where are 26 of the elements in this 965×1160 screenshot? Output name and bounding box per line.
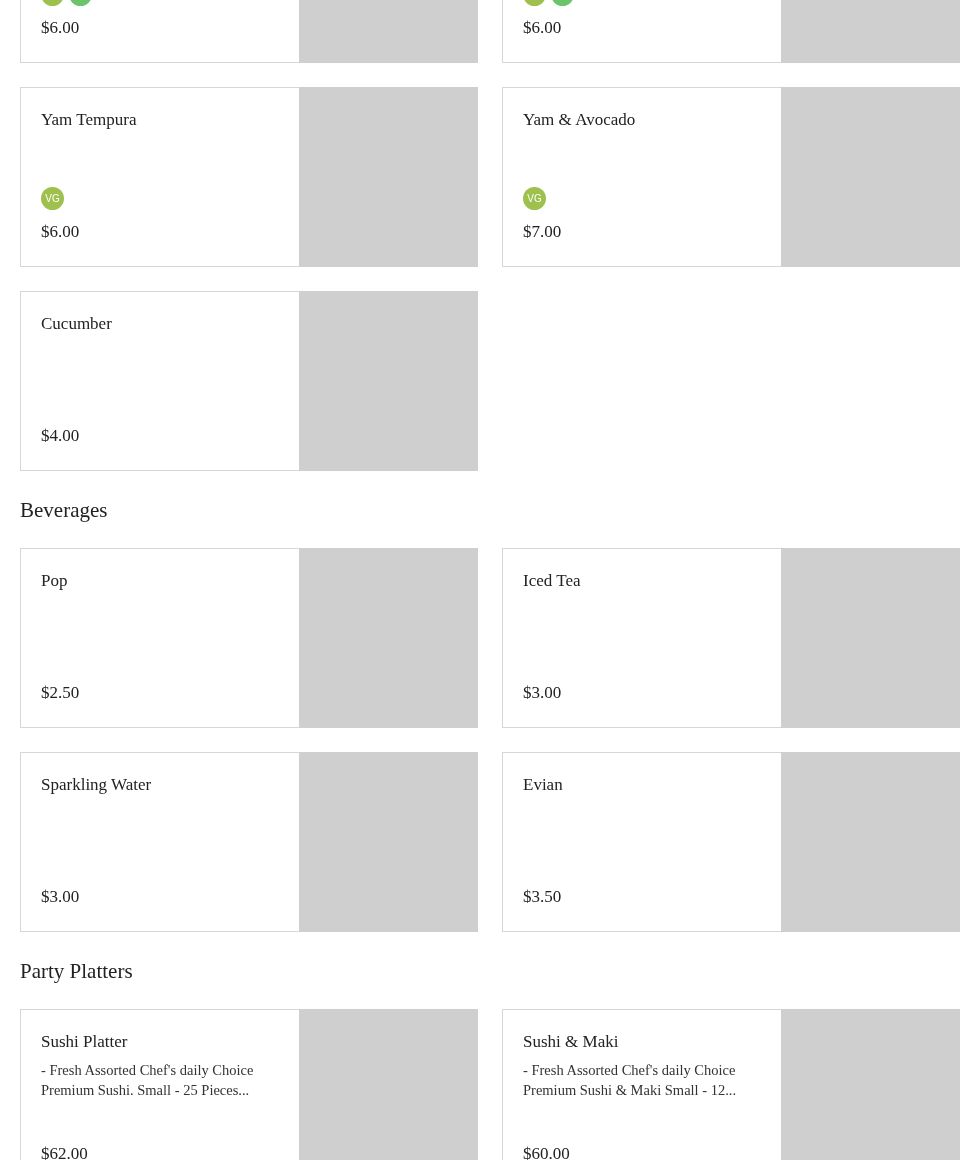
item-name: Iced Tea bbox=[523, 570, 582, 592]
vegan-badge: VG bbox=[523, 187, 546, 210]
item-price: $6.00 bbox=[41, 17, 81, 39]
item-name: Yam & Avocado bbox=[523, 109, 637, 131]
item-name: Sushi Platter bbox=[41, 1031, 129, 1053]
item-name: Sushi & Maki bbox=[523, 1031, 620, 1053]
item-price: $6.00 bbox=[523, 17, 563, 39]
item-price: $2.50 bbox=[41, 682, 81, 704]
item-price: $62.00 bbox=[41, 1143, 89, 1160]
item-price: $6.00 bbox=[41, 221, 81, 243]
item-price: $3.50 bbox=[523, 886, 563, 908]
item-price: $4.00 bbox=[41, 425, 81, 447]
section-heading: Beverages bbox=[20, 497, 109, 524]
item-name: Cucumber bbox=[41, 313, 113, 335]
item-price: $3.00 bbox=[41, 886, 81, 908]
item-description: - Fresh Assorted Chef's daily Choice Premium Sushi. Small - 25 Pieces... bbox=[41, 1061, 255, 1100]
item-description: - Fresh Assorted Chef's daily Choice Premium Sushi & Maki Small - 12... bbox=[523, 1061, 738, 1100]
item-name: Evian bbox=[523, 774, 564, 796]
vegan-badge: VG bbox=[41, 187, 64, 210]
item-price: $7.00 bbox=[523, 221, 563, 243]
item-price: $60.00 bbox=[523, 1143, 571, 1160]
section-heading: Party Platters bbox=[20, 958, 134, 985]
item-price: $3.00 bbox=[523, 682, 563, 704]
item-name: Yam Tempura bbox=[41, 109, 138, 131]
item-name: Sparkling Water bbox=[41, 774, 153, 796]
item-name: Pop bbox=[41, 570, 69, 592]
